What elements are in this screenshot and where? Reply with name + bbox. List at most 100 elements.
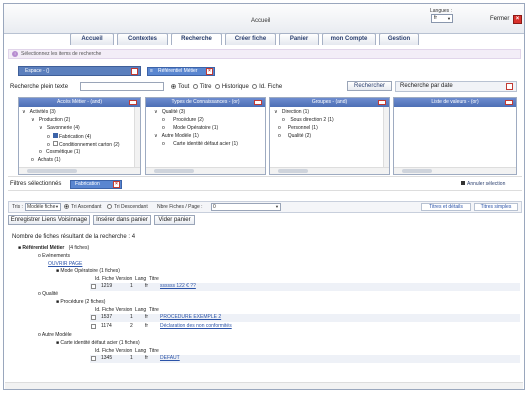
fiche-title-link[interactable]: ssssss 122 € ?? xyxy=(160,283,196,289)
page-title: Accueil xyxy=(251,18,271,24)
minimize-icon[interactable] xyxy=(129,100,137,105)
tree-item[interactable]: ∨ Savonnerie (4) xyxy=(39,125,80,131)
tab-mon-compte[interactable]: mon Compte xyxy=(322,33,376,45)
minimize-icon[interactable] xyxy=(505,100,513,105)
checkbox-icon xyxy=(52,141,58,146)
fiche-title-link[interactable]: DEFAUT xyxy=(160,355,180,361)
results-root: ■ Référentiel Métier (4 fiches) xyxy=(18,245,90,251)
panel-types-connaissances: Types de Connaissances - (or) ∨ Qualité … xyxy=(145,97,266,175)
tree-item[interactable]: ∨ Activités (3) xyxy=(22,109,56,115)
minimize-icon[interactable] xyxy=(254,100,262,105)
espace-selector[interactable]: Espace - () xyxy=(18,66,141,76)
view-titles-details[interactable]: Titres et détails xyxy=(421,203,471,211)
tree-item[interactable]: o Mode Opératoire (1) xyxy=(162,125,218,131)
panel-header: Liste de valeurs - (or) xyxy=(394,98,516,107)
table-row[interactable]: 1219 1 fr ssssss 122 € ?? xyxy=(90,283,520,291)
radio-titre[interactable] xyxy=(192,84,198,89)
espace-checkbox[interactable] xyxy=(131,68,138,75)
horizontal-scrollbar[interactable] xyxy=(19,167,140,174)
checked-box-icon xyxy=(52,133,58,138)
row-checkbox[interactable] xyxy=(91,356,96,361)
tab-creer-fiche[interactable]: Créer fiche xyxy=(225,33,276,45)
tree-item[interactable]: o Conditionnement carton (2) xyxy=(47,141,120,148)
ref-filter-label: Référentiel Métier xyxy=(158,68,198,74)
search-input[interactable] xyxy=(80,82,164,91)
tree-item[interactable]: o Qualité (2) xyxy=(278,133,311,139)
cancel-selection-button[interactable]: Annuler sélection xyxy=(461,181,505,187)
tree-item[interactable]: o Procédure (2) xyxy=(162,117,204,123)
vertical-scrollbar[interactable] xyxy=(383,107,389,167)
tab-gestion[interactable]: Gestion xyxy=(379,33,419,45)
search-button[interactable]: Rechercher xyxy=(347,81,392,91)
tree-valeurs xyxy=(394,107,516,167)
remove-filter-icon[interactable]: × xyxy=(113,181,120,188)
fiche-title-link[interactable]: PROCEDURE EXEMPLE 2 xyxy=(160,314,221,320)
tree-item[interactable]: o Sous direction 2 (1) xyxy=(282,117,334,123)
language-value: fr xyxy=(434,15,438,21)
language-select[interactable]: fr ▼ xyxy=(431,14,453,23)
tab-recherche[interactable]: Recherche xyxy=(171,33,222,45)
vertical-scrollbar[interactable] xyxy=(134,107,140,167)
radio-historique[interactable] xyxy=(214,84,220,89)
chevron-down-icon: ▼ xyxy=(275,204,279,209)
panel-liste-valeurs: Liste de valeurs - (or) xyxy=(393,97,517,175)
close-label: Fermer xyxy=(490,16,510,22)
date-search-checkbox[interactable] xyxy=(506,83,513,90)
date-search-label: Recherche par date xyxy=(400,83,453,89)
date-search-bar[interactable]: Recherche par date xyxy=(395,81,517,92)
tree-item[interactable]: o Achats (1) xyxy=(31,157,61,163)
header-bar: Accueil Langues : fr ▼ Fermer × xyxy=(4,4,524,34)
search-scope: Tout Titre Historique Id. Fiche xyxy=(171,84,282,90)
sort-toolbar: Tris : Modèle fiche ▼ Tri Ascendant Tri D… xyxy=(8,201,522,213)
tree-item[interactable]: ∨ Qualité (3) xyxy=(154,109,185,115)
radio-asc[interactable] xyxy=(64,204,69,209)
espace-label: Espace - () xyxy=(25,68,50,74)
horizontal-scrollbar[interactable] xyxy=(394,167,516,174)
panel-groupes: Groupes - (and) ∨ Direction (1) o Sous d… xyxy=(269,97,390,175)
info-message: ! Sélectionnez les items de recherche xyxy=(8,49,521,59)
add-to-cart-button[interactable]: Insérer dans panier xyxy=(93,215,151,225)
table-row[interactable]: 1174 2 fr Déclaration des non conformité… xyxy=(90,323,520,331)
horizontal-scrollbar[interactable] xyxy=(146,167,265,174)
row-checkbox[interactable] xyxy=(91,284,96,289)
empty-cart-button[interactable]: Vider panier xyxy=(154,215,195,225)
remove-filter-icon[interactable]: × xyxy=(206,68,213,75)
search-label: Recherche plein texte xyxy=(10,84,69,90)
sort-field-select[interactable]: Modèle fiche ▼ xyxy=(25,203,61,211)
per-page-label: Nbre Fiches / Page : xyxy=(157,204,203,210)
radio-tout[interactable] xyxy=(171,84,176,89)
table-header: Id. Fiche Version Lang Titre xyxy=(95,276,159,282)
tree-item-selected[interactable]: o Fabrication (4) xyxy=(47,133,91,140)
sort-desc-label: Tri Descendant xyxy=(114,204,148,210)
tree-item[interactable]: o Cosmétique (1) xyxy=(39,149,80,155)
tree-item[interactable]: o Personnel (1) xyxy=(278,125,318,131)
open-page-link[interactable]: OUVRIR PAGE xyxy=(48,261,82,267)
tree-item[interactable]: ∨ Direction (1) xyxy=(274,109,309,115)
save-links-button[interactable]: Enregistrer Liens Voisinnage xyxy=(8,215,90,225)
tree-groupes: ∨ Direction (1) o Sous direction 2 (1) o… xyxy=(270,107,389,167)
radio-id-fiche[interactable] xyxy=(252,84,258,89)
tab-accueil[interactable]: Accueil xyxy=(70,33,114,45)
chevron-down-icon: ▼ xyxy=(55,204,59,209)
tab-panier[interactable]: Panier xyxy=(279,33,319,45)
table-row[interactable]: 1345 1 fr DEFAUT xyxy=(90,355,520,363)
close-button[interactable]: Fermer × xyxy=(490,14,524,25)
radio-desc[interactable] xyxy=(107,204,112,209)
row-checkbox[interactable] xyxy=(91,324,96,329)
table-header: Id. Fiche Version Lang Titre xyxy=(95,307,159,313)
row-checkbox[interactable] xyxy=(91,315,96,320)
per-page-select[interactable]: 0 ▼ xyxy=(211,203,281,211)
tree-item[interactable]: ∨ Autre Modèle (1) xyxy=(154,133,199,139)
minimize-icon[interactable] xyxy=(378,100,386,105)
horizontal-scrollbar[interactable] xyxy=(270,167,389,174)
panel-header: Accès Métier - (and) xyxy=(19,98,140,107)
view-titles-simple[interactable]: Titres simples xyxy=(474,203,518,211)
table-row[interactable]: 1537 1 fr PROCEDURE EXEMPLE 2 xyxy=(90,314,520,322)
panel-header: Types de Connaissances - (or) xyxy=(146,98,265,107)
page-horizontal-scrollbar[interactable] xyxy=(5,382,523,389)
tab-contextes[interactable]: Contextes xyxy=(117,33,168,45)
tree-item[interactable]: ∨ Production (2) xyxy=(31,117,70,123)
fiche-title-link[interactable]: Déclaration des non conformités xyxy=(160,323,232,329)
tree-item[interactable]: o Carte identité défaut acier (1) xyxy=(162,141,238,147)
group-qualite: o Qualité xyxy=(38,291,59,297)
